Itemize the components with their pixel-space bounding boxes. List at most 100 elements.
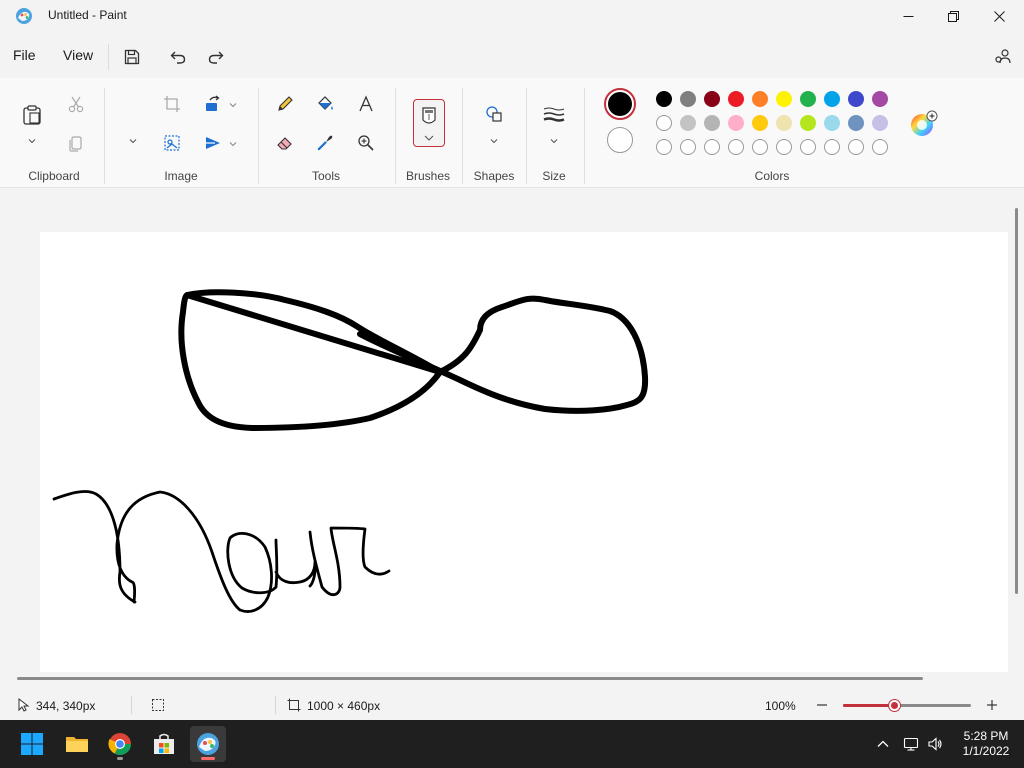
drawing-canvas[interactable] [40, 232, 1008, 672]
zoom-in-button[interactable] [985, 698, 999, 712]
primary-color-selector[interactable] [604, 88, 636, 120]
flip-rotate-dropdown[interactable] [228, 138, 238, 148]
crop-button[interactable] [158, 90, 186, 118]
eraser-tool[interactable] [271, 129, 299, 157]
paste-button[interactable] [17, 100, 47, 130]
horizontal-scrollbar[interactable] [17, 677, 923, 680]
palette-color-swatch[interactable] [776, 91, 792, 107]
palette-color-swatch[interactable] [872, 91, 888, 107]
tools-group-label: Tools [311, 169, 340, 183]
shapes-button[interactable] [480, 100, 508, 128]
restore-button[interactable] [930, 0, 976, 32]
store-button[interactable] [146, 726, 182, 762]
drawing-strokes [52, 289, 649, 613]
resize-button[interactable] [199, 90, 227, 118]
custom-color-slot[interactable] [728, 139, 744, 155]
palette-color-swatch[interactable] [824, 91, 840, 107]
palette-color-swatch[interactable] [656, 91, 672, 107]
paint-taskbar-button[interactable] [190, 726, 226, 762]
close-button[interactable] [976, 0, 1022, 32]
palette-color-swatch[interactable] [728, 91, 744, 107]
chrome-button[interactable] [102, 726, 138, 762]
menu-divider [108, 44, 109, 70]
custom-color-slot[interactable] [680, 139, 696, 155]
chevron-down-icon [229, 103, 237, 108]
palette-color-swatch[interactable] [776, 115, 792, 131]
palette-color-swatch[interactable] [848, 91, 864, 107]
file-menu[interactable]: File [13, 47, 36, 63]
palette-color-swatch[interactable] [752, 91, 768, 107]
status-bar: 344, 340px 1000 × 460px 100% [0, 690, 1024, 720]
custom-color-slot[interactable] [872, 139, 888, 155]
text-tool[interactable] [352, 90, 380, 118]
custom-color-slot[interactable] [752, 139, 768, 155]
palette-color-swatch[interactable] [872, 115, 888, 131]
zoom-slider[interactable] [843, 700, 971, 711]
chevron-down-icon [550, 139, 558, 144]
start-button[interactable] [14, 726, 50, 762]
image-select-button[interactable] [158, 129, 186, 157]
palette-color-swatch[interactable] [704, 115, 720, 131]
file-explorer-button[interactable] [59, 726, 95, 762]
palette-color-swatch[interactable] [656, 115, 672, 131]
undo-button[interactable] [165, 44, 191, 70]
select-dropdown[interactable] [128, 135, 138, 145]
custom-color-slot[interactable] [776, 139, 792, 155]
palette-color-swatch[interactable] [752, 115, 768, 131]
zoom-slider-thumb[interactable] [889, 700, 901, 711]
palette-color-swatch[interactable] [800, 115, 816, 131]
clock[interactable]: 5:28 PM 1/1/2022 [958, 729, 1014, 759]
show-hidden-icons-button[interactable] [875, 736, 891, 752]
copy-button[interactable] [62, 129, 90, 157]
palette-color-swatch[interactable] [728, 115, 744, 131]
color-picker-tool[interactable] [311, 129, 339, 157]
zoom-out-button[interactable] [815, 698, 829, 712]
volume-button[interactable] [927, 736, 943, 752]
ribbon-separator [258, 88, 259, 184]
custom-color-slot[interactable] [800, 139, 816, 155]
chevron-down-icon [129, 139, 137, 144]
palette-color-swatch[interactable] [680, 91, 696, 107]
flip-rotate-button[interactable] [199, 129, 227, 157]
custom-color-slot[interactable] [656, 139, 672, 155]
custom-color-slot[interactable] [848, 139, 864, 155]
redo-button[interactable] [203, 44, 229, 70]
cut-button[interactable] [62, 90, 90, 118]
palette-color-swatch[interactable] [824, 115, 840, 131]
pointer-icon [16, 697, 30, 712]
restore-icon [947, 10, 959, 22]
size-button[interactable] [540, 100, 568, 128]
network-button[interactable] [903, 736, 919, 752]
shapes-icon [486, 106, 502, 122]
fill-tool[interactable] [311, 90, 339, 118]
save-button[interactable] [119, 44, 145, 70]
secondary-color-selector[interactable] [607, 127, 633, 153]
resize-dropdown[interactable] [228, 99, 238, 109]
paste-dropdown[interactable] [27, 135, 37, 145]
running-indicator [117, 757, 123, 760]
palette-color-swatch[interactable] [680, 115, 696, 131]
brushes-button[interactable] [413, 99, 445, 147]
custom-color-slot[interactable] [704, 139, 720, 155]
edit-colors-button[interactable] [907, 108, 939, 140]
view-menu[interactable]: View [63, 47, 93, 63]
custom-color-slot[interactable] [824, 139, 840, 155]
ribbon-toolbar: Clipboard Image Tools Brushes Shapes Siz… [0, 78, 1024, 188]
palette-color-swatch[interactable] [848, 115, 864, 131]
account-button[interactable] [990, 44, 1016, 70]
minimize-button[interactable] [885, 0, 931, 32]
close-icon [993, 10, 1005, 22]
palette-color-swatch[interactable] [704, 91, 720, 107]
size-dropdown[interactable] [549, 135, 559, 145]
pencil-tool[interactable] [271, 90, 299, 118]
user-settings-icon [995, 49, 1011, 64]
chevron-down-icon [28, 139, 36, 144]
shapes-dropdown[interactable] [489, 135, 499, 145]
magnifier-tool[interactable] [352, 129, 380, 157]
active-indicator [201, 757, 215, 760]
chrome-icon [108, 733, 131, 755]
palette-color-swatch[interactable] [800, 91, 816, 107]
chevron-up-icon [877, 740, 889, 747]
scissors-icon [68, 96, 84, 113]
vertical-scrollbar[interactable] [1015, 208, 1018, 594]
